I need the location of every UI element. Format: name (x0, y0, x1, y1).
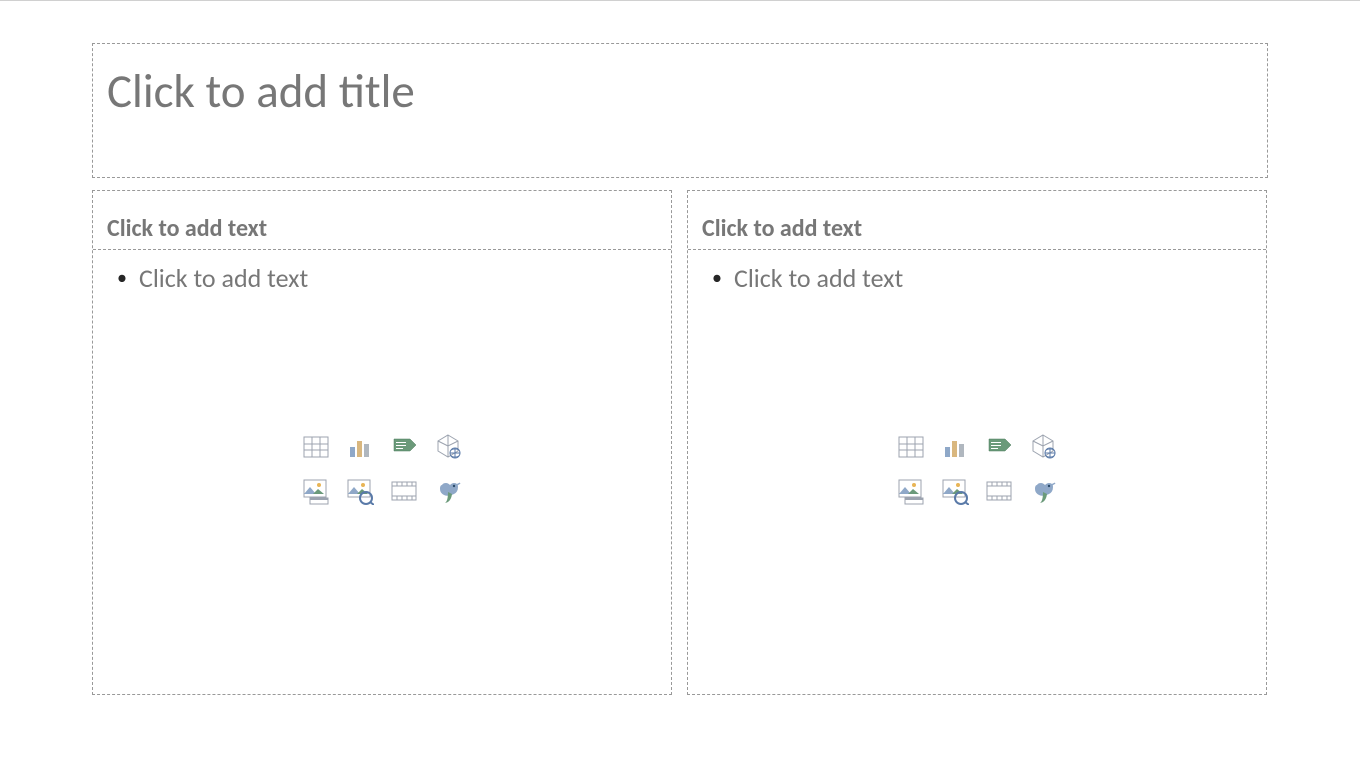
insert-icon-icon[interactable] (1026, 474, 1060, 508)
insert-chart-icon[interactable] (343, 430, 377, 464)
title-placeholder[interactable]: Click to add title (92, 43, 1268, 178)
insert-picture-icon[interactable] (894, 474, 928, 508)
insert-3dmodel-icon[interactable] (1026, 430, 1060, 464)
insert-3dmodel-icon[interactable] (431, 430, 465, 464)
insert-chart-icon[interactable] (938, 430, 972, 464)
insert-table-icon[interactable] (894, 430, 928, 464)
right-content-header: Click to add text (688, 191, 1266, 250)
bullet-icon: • (712, 268, 722, 288)
insert-video-icon[interactable] (387, 474, 421, 508)
insert-onlinepicture-icon[interactable] (343, 474, 377, 508)
insert-smartart-icon[interactable] (387, 430, 421, 464)
insert-onlinepicture-icon[interactable] (938, 474, 972, 508)
left-body-text: Click to add text (139, 262, 308, 294)
right-body-text: Click to add text (734, 262, 903, 294)
left-bullet-line: • Click to add text (107, 262, 657, 294)
right-icon-grid (894, 430, 1060, 508)
right-content-body: • Click to add text (688, 250, 1266, 688)
insert-table-icon[interactable] (299, 430, 333, 464)
right-bullet-line: • Click to add text (702, 262, 1252, 294)
insert-icon-icon[interactable] (431, 474, 465, 508)
title-text: Click to add title (107, 62, 1253, 120)
bullet-icon: • (117, 268, 127, 288)
insert-picture-icon[interactable] (299, 474, 333, 508)
insert-video-icon[interactable] (982, 474, 1016, 508)
left-content-header: Click to add text (93, 191, 671, 250)
left-content-body: • Click to add text (93, 250, 671, 688)
insert-smartart-icon[interactable] (982, 430, 1016, 464)
right-content-placeholder[interactable]: Click to add text • Click to add text (687, 190, 1267, 695)
left-content-placeholder[interactable]: Click to add text • Click to add text (92, 190, 672, 695)
slide: Click to add title Click to add text • C… (92, 43, 1268, 693)
left-icon-grid (299, 430, 465, 508)
